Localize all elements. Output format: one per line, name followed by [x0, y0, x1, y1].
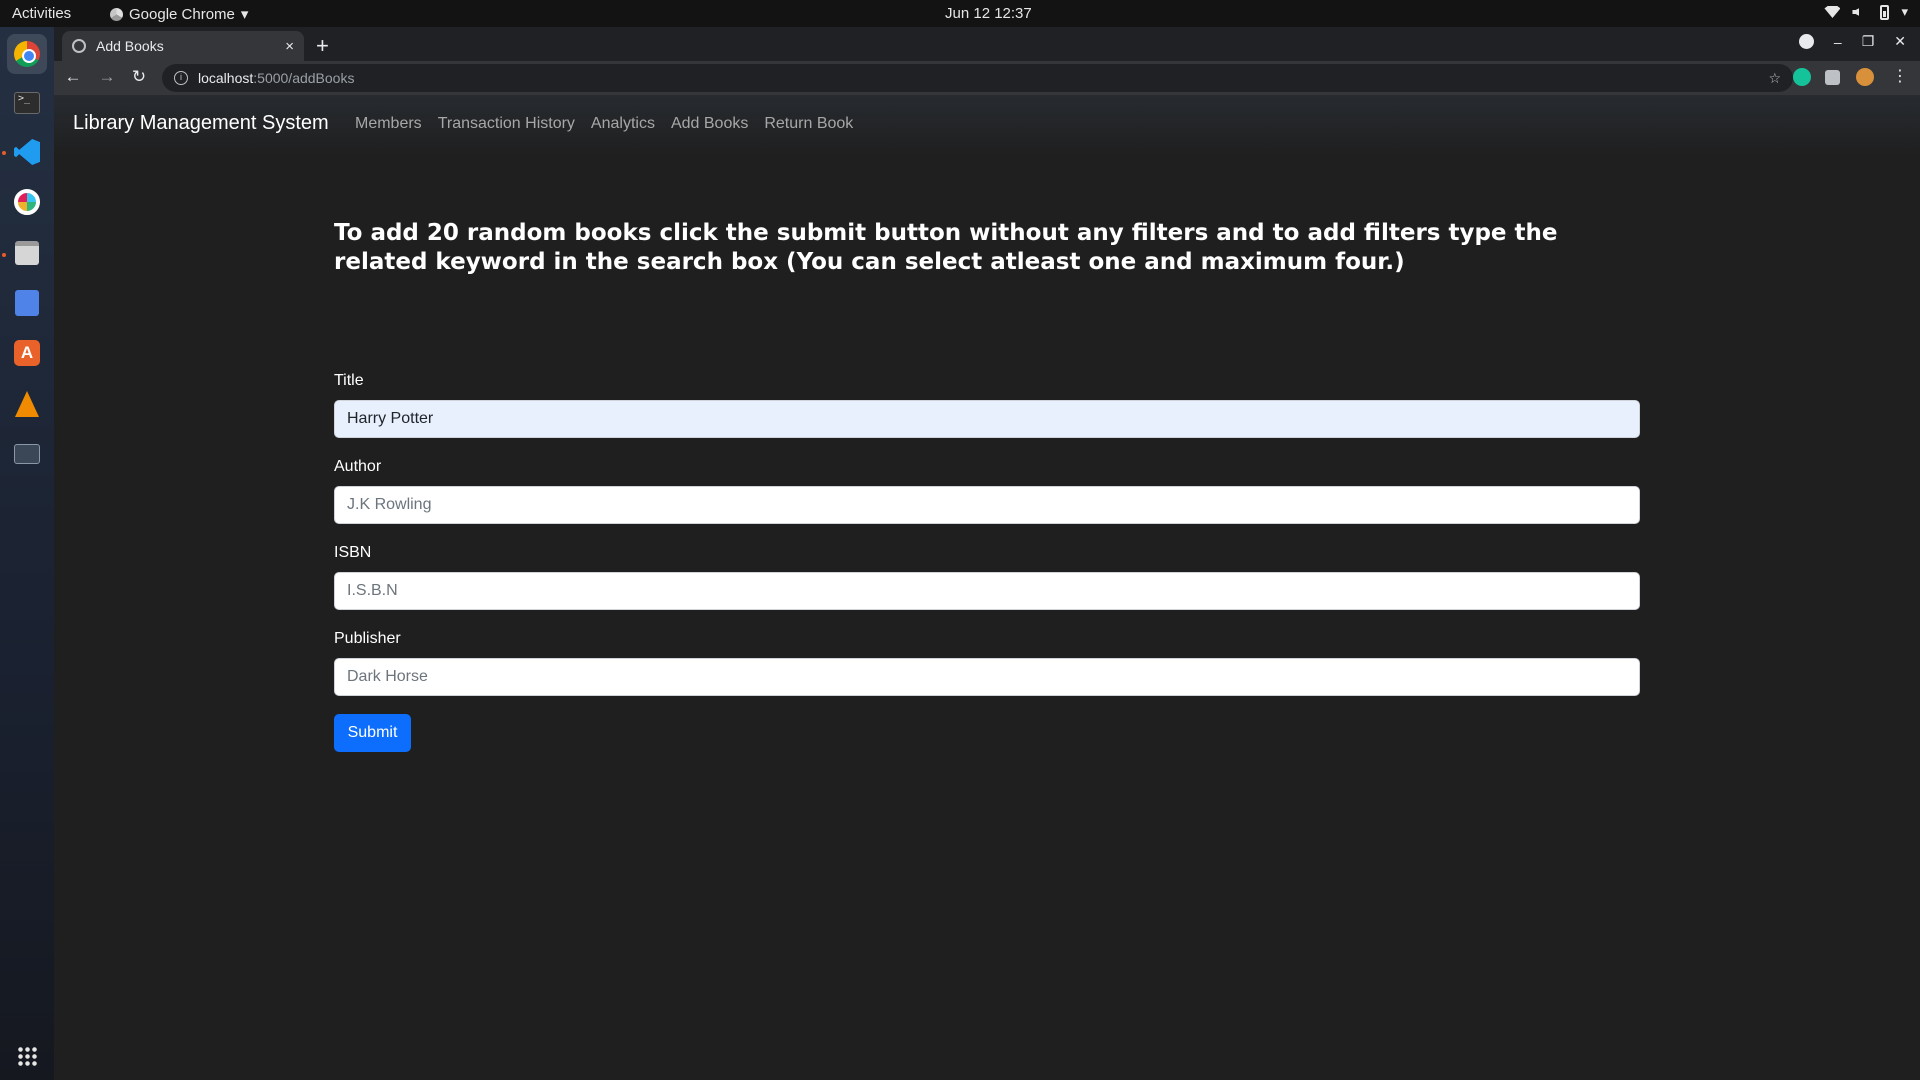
- chevron-down-icon: ▾: [240, 6, 249, 23]
- isbn-label: ISBN: [334, 544, 372, 561]
- dock-vlc[interactable]: [7, 384, 47, 424]
- title-label: Title: [334, 372, 364, 389]
- web-page: Library Management System Members Transa…: [54, 95, 1920, 1080]
- running-indicator: [2, 151, 6, 155]
- tab-add-books[interactable]: Add Books ×: [62, 31, 304, 61]
- app-menu[interactable]: Google Chrome ▾: [110, 5, 248, 23]
- chrome-icon: [14, 41, 40, 67]
- terminal-icon: >_: [14, 92, 40, 114]
- instructions-heading: To add 20 random books click the submit …: [334, 220, 1558, 275]
- show-apps-button[interactable]: [7, 1036, 47, 1076]
- vlc-icon: [15, 391, 39, 417]
- nav-link-transaction-history[interactable]: Transaction History: [438, 115, 575, 133]
- volume-icon: [1852, 5, 1868, 19]
- activities-button[interactable]: Activities: [12, 5, 71, 22]
- browser-window: Add Books × + – ❐ ✕ ← → ↻ i localhost:50…: [54, 27, 1920, 1080]
- dock-files[interactable]: [7, 233, 47, 273]
- vscode-icon: [14, 139, 40, 165]
- tab-title: Add Books: [96, 38, 164, 54]
- minimize-button[interactable]: –: [1834, 34, 1842, 50]
- grammarly-extension-icon[interactable]: [1793, 68, 1811, 86]
- dock-tasks[interactable]: [7, 283, 47, 323]
- browser-toolbar: ← → ↻ i localhost:5000/addBooks ☆ ⋮: [54, 61, 1920, 95]
- dock-vscode[interactable]: [7, 132, 47, 172]
- chevron-down-icon: ▾: [1901, 4, 1908, 19]
- dock-chrome[interactable]: [7, 34, 47, 74]
- chrome-mini-icon: [110, 7, 123, 21]
- publisher-input[interactable]: [334, 658, 1640, 696]
- info-icon[interactable]: i: [174, 71, 188, 85]
- wifi-icon: [1824, 6, 1841, 18]
- system-monitor-icon: [14, 444, 40, 464]
- nav-link-add-books[interactable]: Add Books: [671, 115, 748, 133]
- dock-system-monitor[interactable]: [7, 434, 47, 474]
- software-store-icon: A: [14, 340, 40, 366]
- new-tab-button[interactable]: +: [316, 33, 329, 59]
- close-tab-icon[interactable]: ×: [285, 38, 294, 55]
- publisher-label: Publisher: [334, 630, 401, 647]
- url-host: localhost: [198, 70, 254, 86]
- title-input[interactable]: [334, 400, 1640, 438]
- address-bar[interactable]: i localhost:5000/addBooks ☆: [162, 64, 1793, 92]
- close-window-button[interactable]: ✕: [1894, 33, 1906, 50]
- forward-button[interactable]: →: [96, 67, 118, 87]
- window-controls: – ❐ ✕: [1798, 33, 1906, 50]
- show-apps-icon: [17, 1046, 37, 1066]
- nav-link-analytics[interactable]: Analytics: [591, 115, 655, 133]
- back-button[interactable]: ←: [62, 67, 84, 87]
- profile-avatar[interactable]: [1856, 68, 1874, 86]
- restore-button[interactable]: ❐: [1862, 33, 1875, 50]
- nav-link-members[interactable]: Members: [355, 115, 422, 133]
- site-navbar: Library Management System Members Transa…: [54, 95, 1920, 155]
- browser-menu-icon[interactable]: ⋮: [1892, 66, 1908, 85]
- extensions-puzzle-icon[interactable]: [1825, 70, 1840, 85]
- dock: >_ A: [0, 27, 54, 1080]
- dock-slack[interactable]: [7, 182, 47, 222]
- battery-icon: [1880, 4, 1890, 20]
- site-brand[interactable]: Library Management System: [73, 112, 329, 135]
- dock-terminal[interactable]: >_: [7, 83, 47, 123]
- system-tray[interactable]: ▾: [1824, 4, 1908, 20]
- author-label: Author: [334, 458, 382, 475]
- reload-button[interactable]: ↻: [128, 67, 150, 87]
- author-input[interactable]: [334, 486, 1640, 524]
- tab-strip: Add Books × + – ❐ ✕: [54, 27, 1920, 61]
- bookmark-star-icon[interactable]: ☆: [1768, 70, 1781, 87]
- url-path: :5000/addBooks: [253, 70, 355, 86]
- running-indicator: [2, 253, 6, 257]
- app-menu-label: Google Chrome: [129, 5, 235, 23]
- globe-icon: [72, 39, 86, 53]
- system-top-bar: Activities Google Chrome ▾ Jun 12 12:37 …: [0, 0, 1920, 27]
- clock[interactable]: Jun 12 12:37: [945, 5, 1032, 22]
- screen-record-icon[interactable]: [1798, 34, 1814, 49]
- files-icon: [15, 241, 39, 265]
- nav-links: Members Transaction History Analytics Ad…: [355, 115, 853, 133]
- nav-link-return-book[interactable]: Return Book: [764, 115, 853, 133]
- dock-software-store[interactable]: A: [7, 333, 47, 373]
- submit-button[interactable]: Submit: [334, 714, 411, 752]
- slack-icon: [14, 189, 40, 215]
- tasks-icon: [15, 290, 39, 316]
- isbn-input[interactable]: [334, 572, 1640, 610]
